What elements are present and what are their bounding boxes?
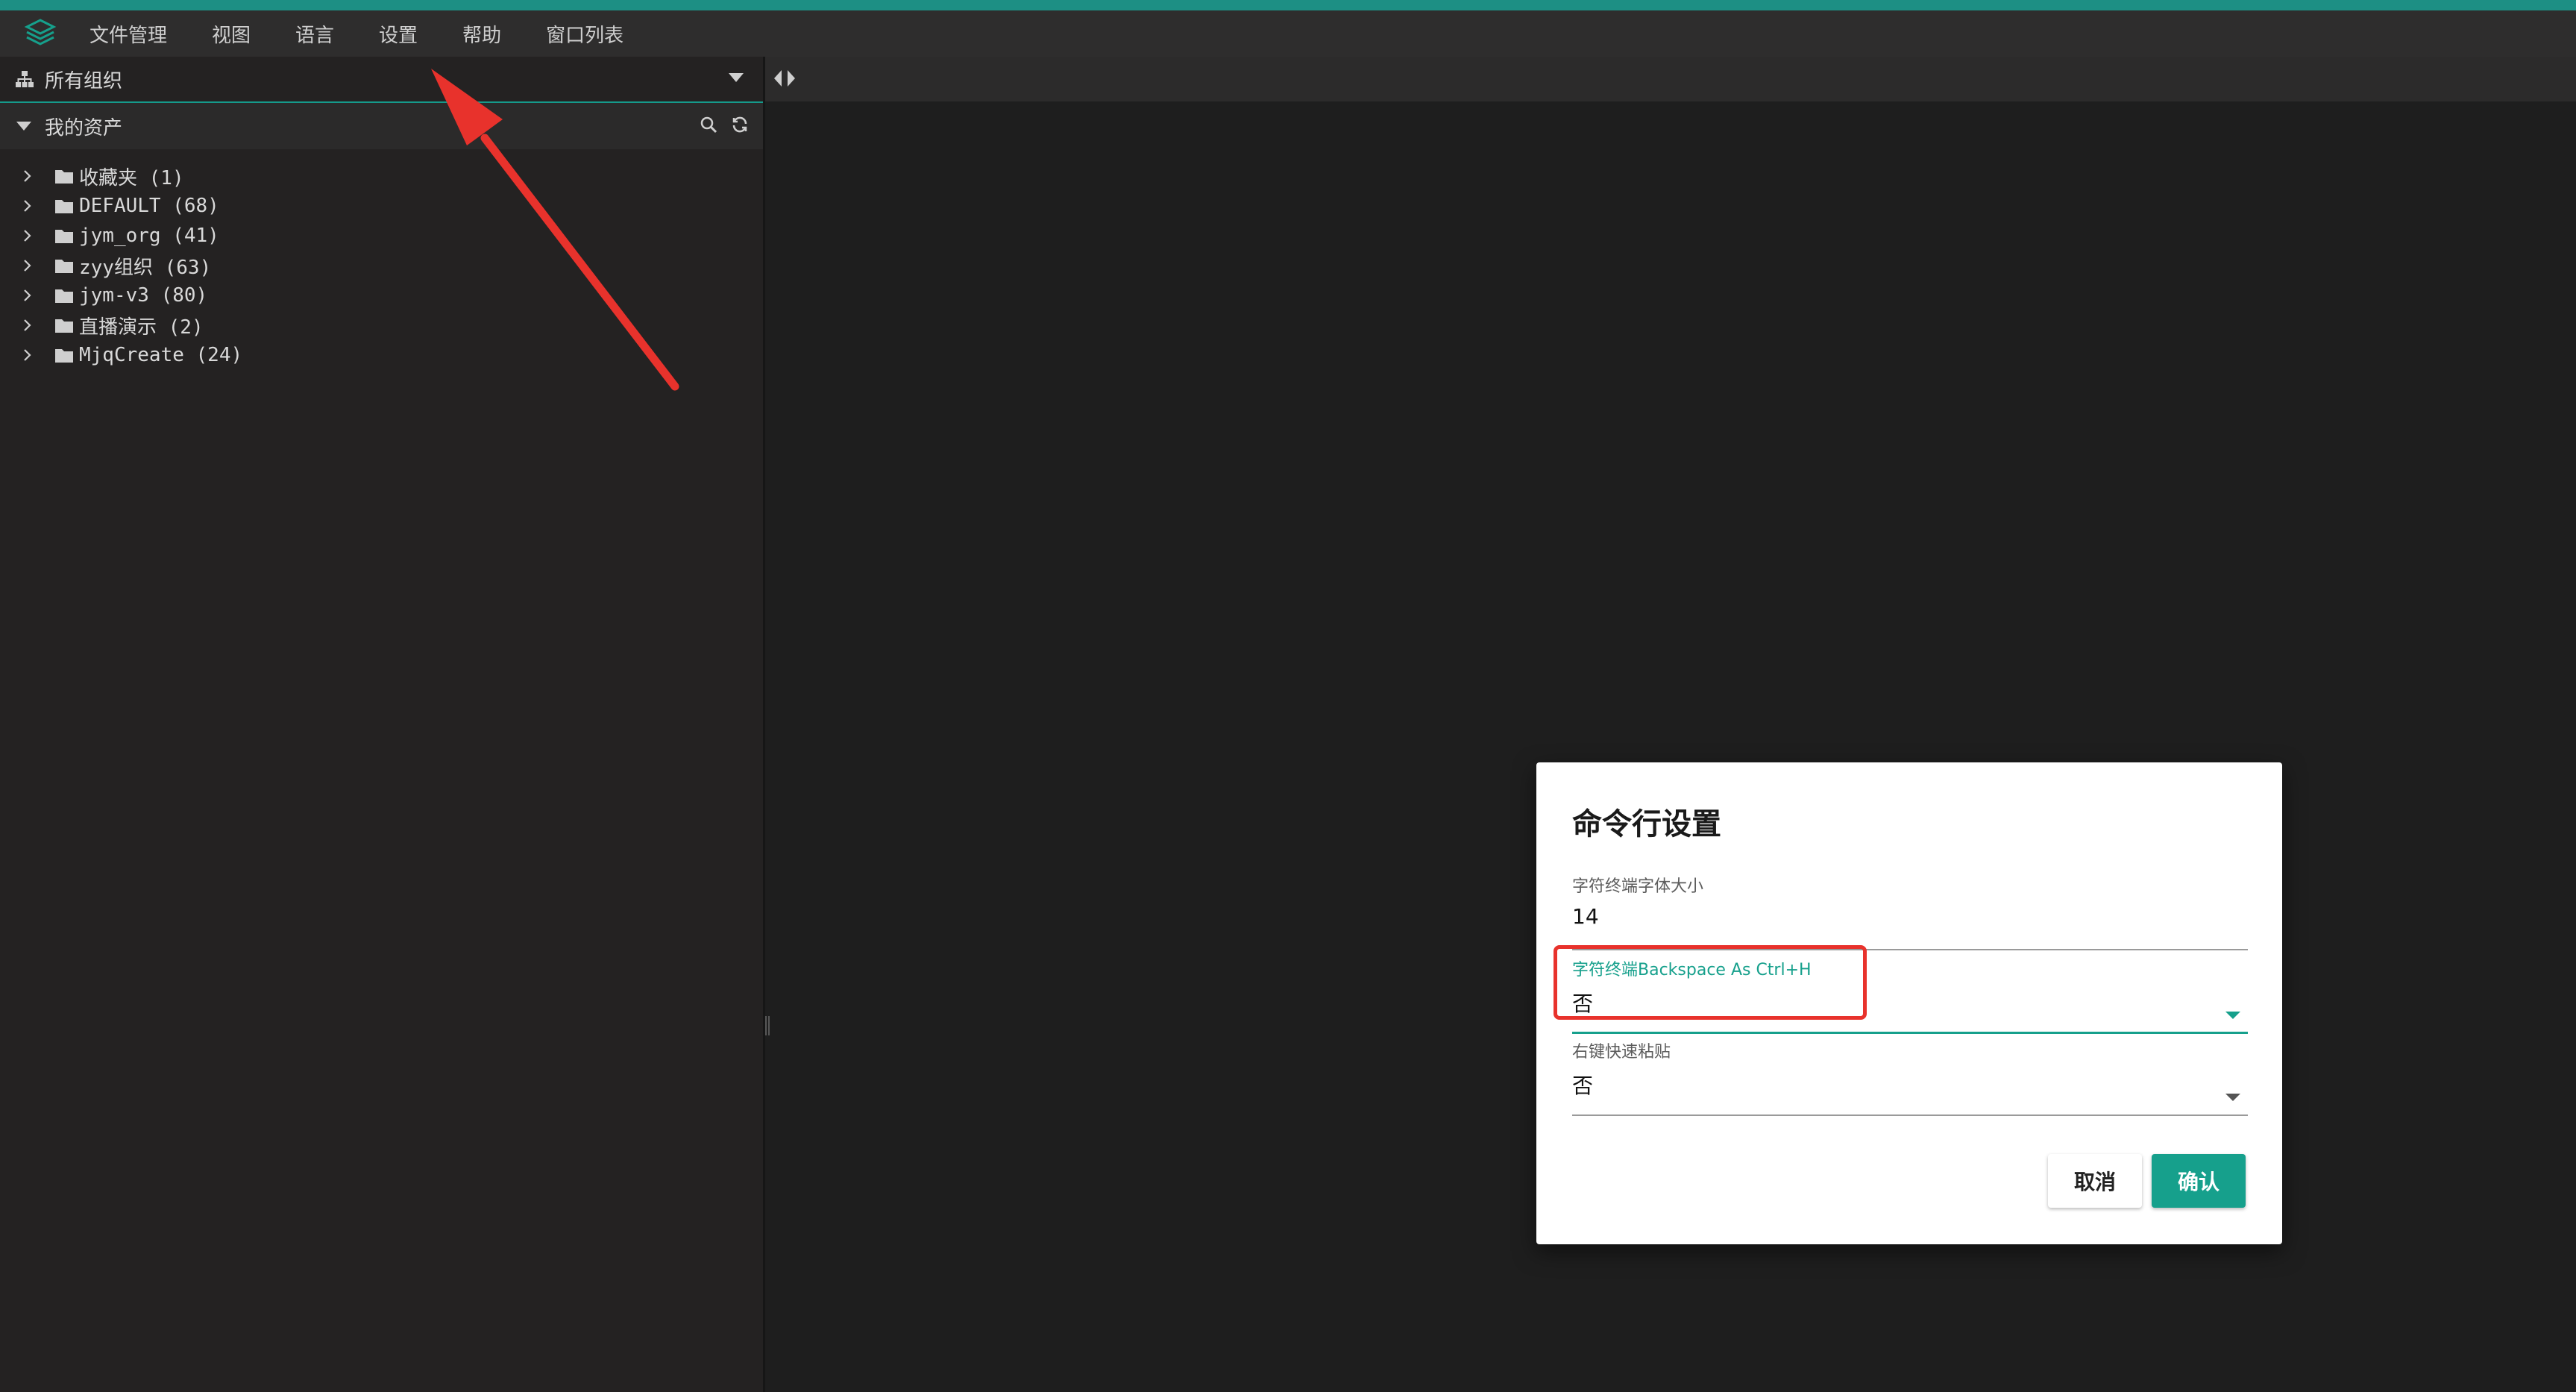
org-tree-icon bbox=[13, 68, 36, 90]
chevron-right-icon[interactable] bbox=[22, 168, 33, 184]
tree-node-default[interactable]: DEFAULT (68) bbox=[0, 191, 763, 221]
font-size-input[interactable]: 14 bbox=[1572, 904, 2248, 929]
tab-scroll-left-icon[interactable] bbox=[773, 69, 783, 91]
confirm-button[interactable]: 确认 bbox=[2152, 1154, 2246, 1208]
chevron-right-icon[interactable] bbox=[22, 287, 33, 304]
folder-icon bbox=[54, 257, 75, 275]
right-click-paste-select[interactable]: 右键快速粘贴 否 bbox=[1572, 1038, 2248, 1116]
font-size-field[interactable]: 字符终端字体大小 14 bbox=[1572, 873, 2248, 950]
refresh-icon[interactable] bbox=[729, 113, 751, 136]
tab-scroll-right-icon[interactable] bbox=[786, 69, 797, 91]
field-underline bbox=[1572, 1032, 2248, 1034]
field-label: 右键快速粘贴 bbox=[1572, 1043, 1671, 1062]
select-value[interactable]: 否 bbox=[1572, 1070, 2248, 1100]
field-label: 字符终端字体大小 bbox=[1572, 877, 1704, 896]
panel-divider[interactable] bbox=[763, 57, 765, 1392]
resize-grip-icon[interactable] bbox=[764, 1015, 771, 1037]
tree-node-jym-v3[interactable]: jym-v3 (80) bbox=[0, 280, 763, 310]
folder-icon bbox=[54, 316, 75, 334]
chevron-down-icon[interactable] bbox=[729, 73, 744, 82]
chevron-right-icon[interactable] bbox=[22, 198, 33, 214]
tree-node-label: 直播演示 (2) bbox=[79, 316, 204, 339]
tree-node-live-demo[interactable]: 直播演示 (2) bbox=[0, 310, 763, 340]
chevron-right-icon[interactable] bbox=[22, 257, 33, 274]
menu-view[interactable]: 视图 bbox=[212, 20, 251, 48]
asset-sidebar: 所有组织 我的资产 收藏夹 (1) DEFAULT (68) jym_org (… bbox=[0, 57, 763, 1392]
menu-window-list[interactable]: 窗口列表 bbox=[546, 20, 623, 48]
menu-language[interactable]: 语言 bbox=[295, 20, 334, 48]
annotation-highlight-box bbox=[1554, 945, 1867, 1020]
tab-toolbar bbox=[765, 57, 2576, 101]
tree-node-label: DEFAULT (68) bbox=[79, 195, 219, 217]
menu-file-management[interactable]: 文件管理 bbox=[89, 20, 167, 48]
cancel-button[interactable]: 取消 bbox=[2048, 1154, 2142, 1208]
tree-node-favorites[interactable]: 收藏夹 (1) bbox=[0, 161, 763, 191]
chevron-right-icon[interactable] bbox=[22, 347, 33, 363]
menu-help[interactable]: 帮助 bbox=[462, 20, 501, 48]
tree-node-zyy-org[interactable]: zyy组织 (63) bbox=[0, 251, 763, 280]
collapse-caret-icon[interactable] bbox=[16, 122, 31, 131]
chevron-right-icon[interactable] bbox=[22, 317, 33, 333]
asset-tree: 收藏夹 (1) DEFAULT (68) jym_org (41) zyy组织 … bbox=[0, 161, 763, 370]
chevron-right-icon[interactable] bbox=[22, 228, 33, 244]
tree-node-jym-org[interactable]: jym_org (41) bbox=[0, 221, 763, 251]
tree-node-label: jym-v3 (80) bbox=[79, 284, 208, 307]
folder-icon bbox=[54, 167, 75, 185]
folder-icon bbox=[54, 227, 75, 245]
field-underline bbox=[1572, 1114, 2248, 1116]
tree-node-label: MjqCreate (24) bbox=[79, 344, 243, 366]
chevron-down-icon[interactable] bbox=[2225, 1094, 2240, 1101]
my-assets-label: 我的资产 bbox=[45, 116, 123, 139]
chevron-down-icon[interactable] bbox=[2225, 1012, 2240, 1019]
folder-icon bbox=[54, 346, 75, 364]
window-top-stripe bbox=[0, 0, 2576, 10]
folder-icon bbox=[54, 286, 75, 304]
tree-node-label: 收藏夹 (1) bbox=[79, 166, 184, 189]
folder-icon bbox=[54, 197, 75, 215]
my-assets-header[interactable]: 我的资产 bbox=[0, 103, 763, 149]
app-logo-icon[interactable] bbox=[19, 13, 61, 54]
org-selector[interactable]: 所有组织 bbox=[0, 57, 763, 103]
menubar: 文件管理 视图 语言 设置 帮助 窗口列表 bbox=[0, 10, 2576, 57]
dialog-title: 命令行设置 bbox=[1572, 807, 1721, 841]
tree-node-label: jym_org (41) bbox=[79, 225, 219, 247]
menu-settings[interactable]: 设置 bbox=[379, 20, 418, 48]
org-selector-label: 所有组织 bbox=[45, 69, 123, 93]
tree-node-mjqcreate[interactable]: MjqCreate (24) bbox=[0, 340, 763, 370]
search-icon[interactable] bbox=[697, 113, 720, 136]
tree-node-label: zyy组织 (63) bbox=[79, 256, 212, 279]
